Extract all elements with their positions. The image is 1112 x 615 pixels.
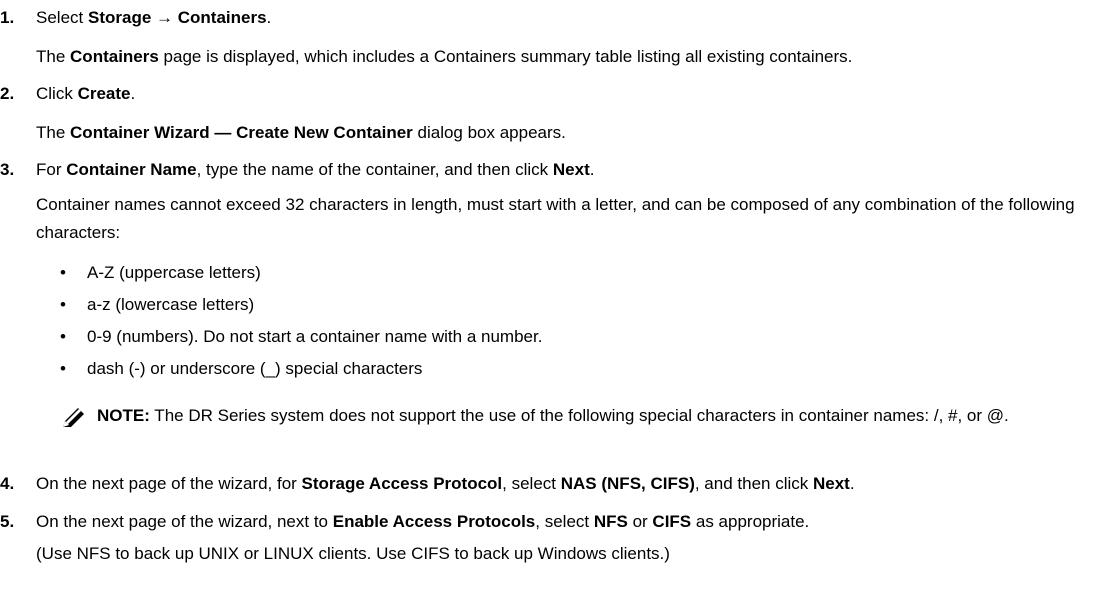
step-number: 5.	[0, 512, 15, 531]
step-text: Click Create.	[36, 84, 136, 103]
step-text: For Container Name, type the name of the…	[36, 160, 595, 179]
step-number: 4.	[0, 474, 15, 493]
bullet-icon: •	[60, 327, 66, 346]
step-text: Select Storage → Containers.	[36, 8, 272, 27]
document-page: 1. Select Storage → Containers. The Cont…	[0, 0, 1112, 615]
step-text: On the next page of the wizard, for Stor…	[36, 474, 855, 493]
step-number: 1.	[0, 8, 15, 27]
note-text: The DR Series system does not support th…	[149, 406, 1009, 425]
bullet-icon: •	[60, 359, 66, 378]
pencil-note-icon	[63, 408, 84, 427]
menu-storage: Storage	[87, 8, 152, 27]
bullet-icon: •	[60, 295, 66, 314]
step-number: 3.	[0, 160, 15, 179]
menu-containers: Containers	[177, 8, 267, 27]
note-callout: NOTE: The DR Series system does not supp…	[97, 402, 1097, 429]
create-label: Create	[77, 84, 131, 103]
bullet-icon: •	[60, 263, 66, 282]
step-text: On the next page of the wizard, next to …	[36, 512, 810, 531]
step-number: 2.	[0, 84, 15, 103]
note-label: NOTE:	[97, 406, 150, 425]
container-name-rules: Container names cannot exceed 32 charact…	[36, 195, 1075, 242]
